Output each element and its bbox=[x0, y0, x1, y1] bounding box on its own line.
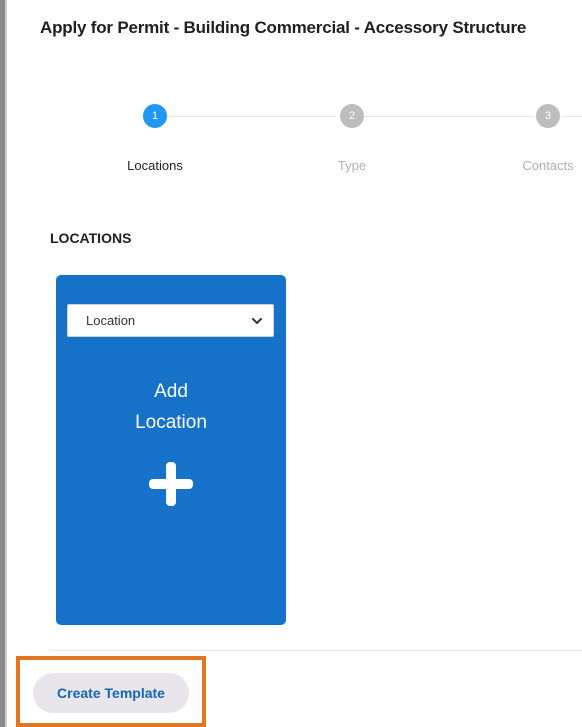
page-title: Apply for Permit - Building Commercial -… bbox=[40, 18, 527, 37]
step-3-circle[interactable]: 3 bbox=[536, 104, 560, 128]
step-2-label[interactable]: Type bbox=[302, 158, 402, 173]
create-template-button[interactable]: Create Template bbox=[33, 673, 189, 713]
plus-icon[interactable] bbox=[146, 459, 196, 509]
permit-application-page: Apply for Permit - Building Commercial -… bbox=[0, 0, 582, 727]
step-1-circle[interactable]: 1 bbox=[143, 104, 167, 128]
step-1-label[interactable]: Locations bbox=[105, 158, 205, 173]
add-location-line1: Add bbox=[154, 381, 188, 402]
add-location-label[interactable]: Add Location bbox=[56, 376, 286, 438]
step-2-circle[interactable]: 2 bbox=[340, 104, 364, 128]
window-frame-shadow bbox=[5, 0, 7, 727]
location-select-value: Location bbox=[86, 313, 136, 328]
stepper-connector bbox=[562, 116, 582, 117]
add-location-card[interactable]: Location Add Location bbox=[56, 275, 286, 625]
add-location-line2: Location bbox=[135, 412, 207, 433]
stepper-connector bbox=[166, 116, 336, 117]
step-3-label[interactable]: Contacts bbox=[498, 158, 582, 173]
locations-heading: LOCATIONS bbox=[50, 230, 132, 246]
footer-divider bbox=[50, 650, 582, 651]
location-select[interactable]: Location bbox=[67, 304, 274, 337]
chevron-down-icon bbox=[252, 318, 262, 324]
stepper-connector bbox=[364, 116, 534, 117]
